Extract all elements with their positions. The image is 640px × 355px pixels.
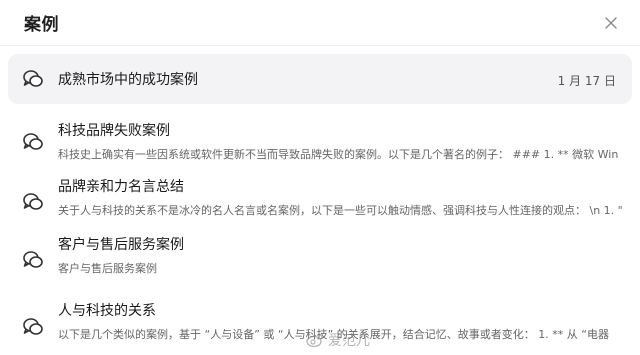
- list-item-2[interactable]: 科技品牌失败案例 科技史上确实有一些因系统或软件更新不当而导致品牌失败的案例。以…: [8, 112, 632, 172]
- chat-bubbles-icon: [22, 191, 44, 213]
- item-snippet: 客户与售后服务案例: [58, 262, 157, 275]
- list-item-3[interactable]: 品牌亲和力名言总结 关于人与科技的关系不是冰冷的名人名言或名案例，以下是一些可以…: [8, 172, 632, 232]
- list-item-4[interactable]: 客户与售后服务案例 客户与售后服务案例: [8, 232, 632, 292]
- dialog-header: 案例: [0, 0, 640, 46]
- item-date: 1 月 17 日: [557, 74, 616, 88]
- item-title: 客户与售后服务案例: [58, 237, 184, 253]
- item-snippet: 科技史上确实有一些因系统或软件更新不当而导致品牌失败的案例。以下是几个著名的例子…: [58, 148, 619, 161]
- item-title: 品牌亲和力名言总结: [58, 179, 184, 195]
- chat-bubbles-icon: [22, 68, 44, 90]
- item-title: 人与科技的关系: [58, 303, 156, 319]
- cases-dialog: 案例 成熟市场中的成功案例 1 月 17 日 科技品牌失败案例 科技史上确实有一…: [0, 0, 640, 355]
- list-item-5[interactable]: 人与科技的关系 以下是几个类似的案例，基于 “人与设备” 或 “人与科技” 的关…: [8, 292, 632, 352]
- chat-bubbles-icon: [22, 249, 44, 271]
- item-title: 科技品牌失败案例: [58, 123, 170, 139]
- item-snippet: 以下是几个类似的案例，基于 “人与设备” 或 “人与科技” 的关系展开，结合记忆…: [58, 328, 609, 341]
- close-icon[interactable]: [602, 14, 620, 32]
- item-title: 成熟市场中的成功案例: [58, 72, 198, 88]
- case-list: 成熟市场中的成功案例 1 月 17 日 科技品牌失败案例 科技史上确实有一些因系…: [0, 54, 640, 352]
- dialog-title: 案例: [24, 15, 59, 35]
- chat-bubbles-icon: [22, 131, 44, 153]
- item-snippet: 关于人与科技的关系不是冰冷的名人名言或名案例，以下是一些可以触动情感、强调科技与…: [58, 204, 623, 217]
- list-item-1[interactable]: 成熟市场中的成功案例 1 月 17 日: [8, 54, 632, 104]
- chat-bubbles-icon: [22, 316, 44, 338]
